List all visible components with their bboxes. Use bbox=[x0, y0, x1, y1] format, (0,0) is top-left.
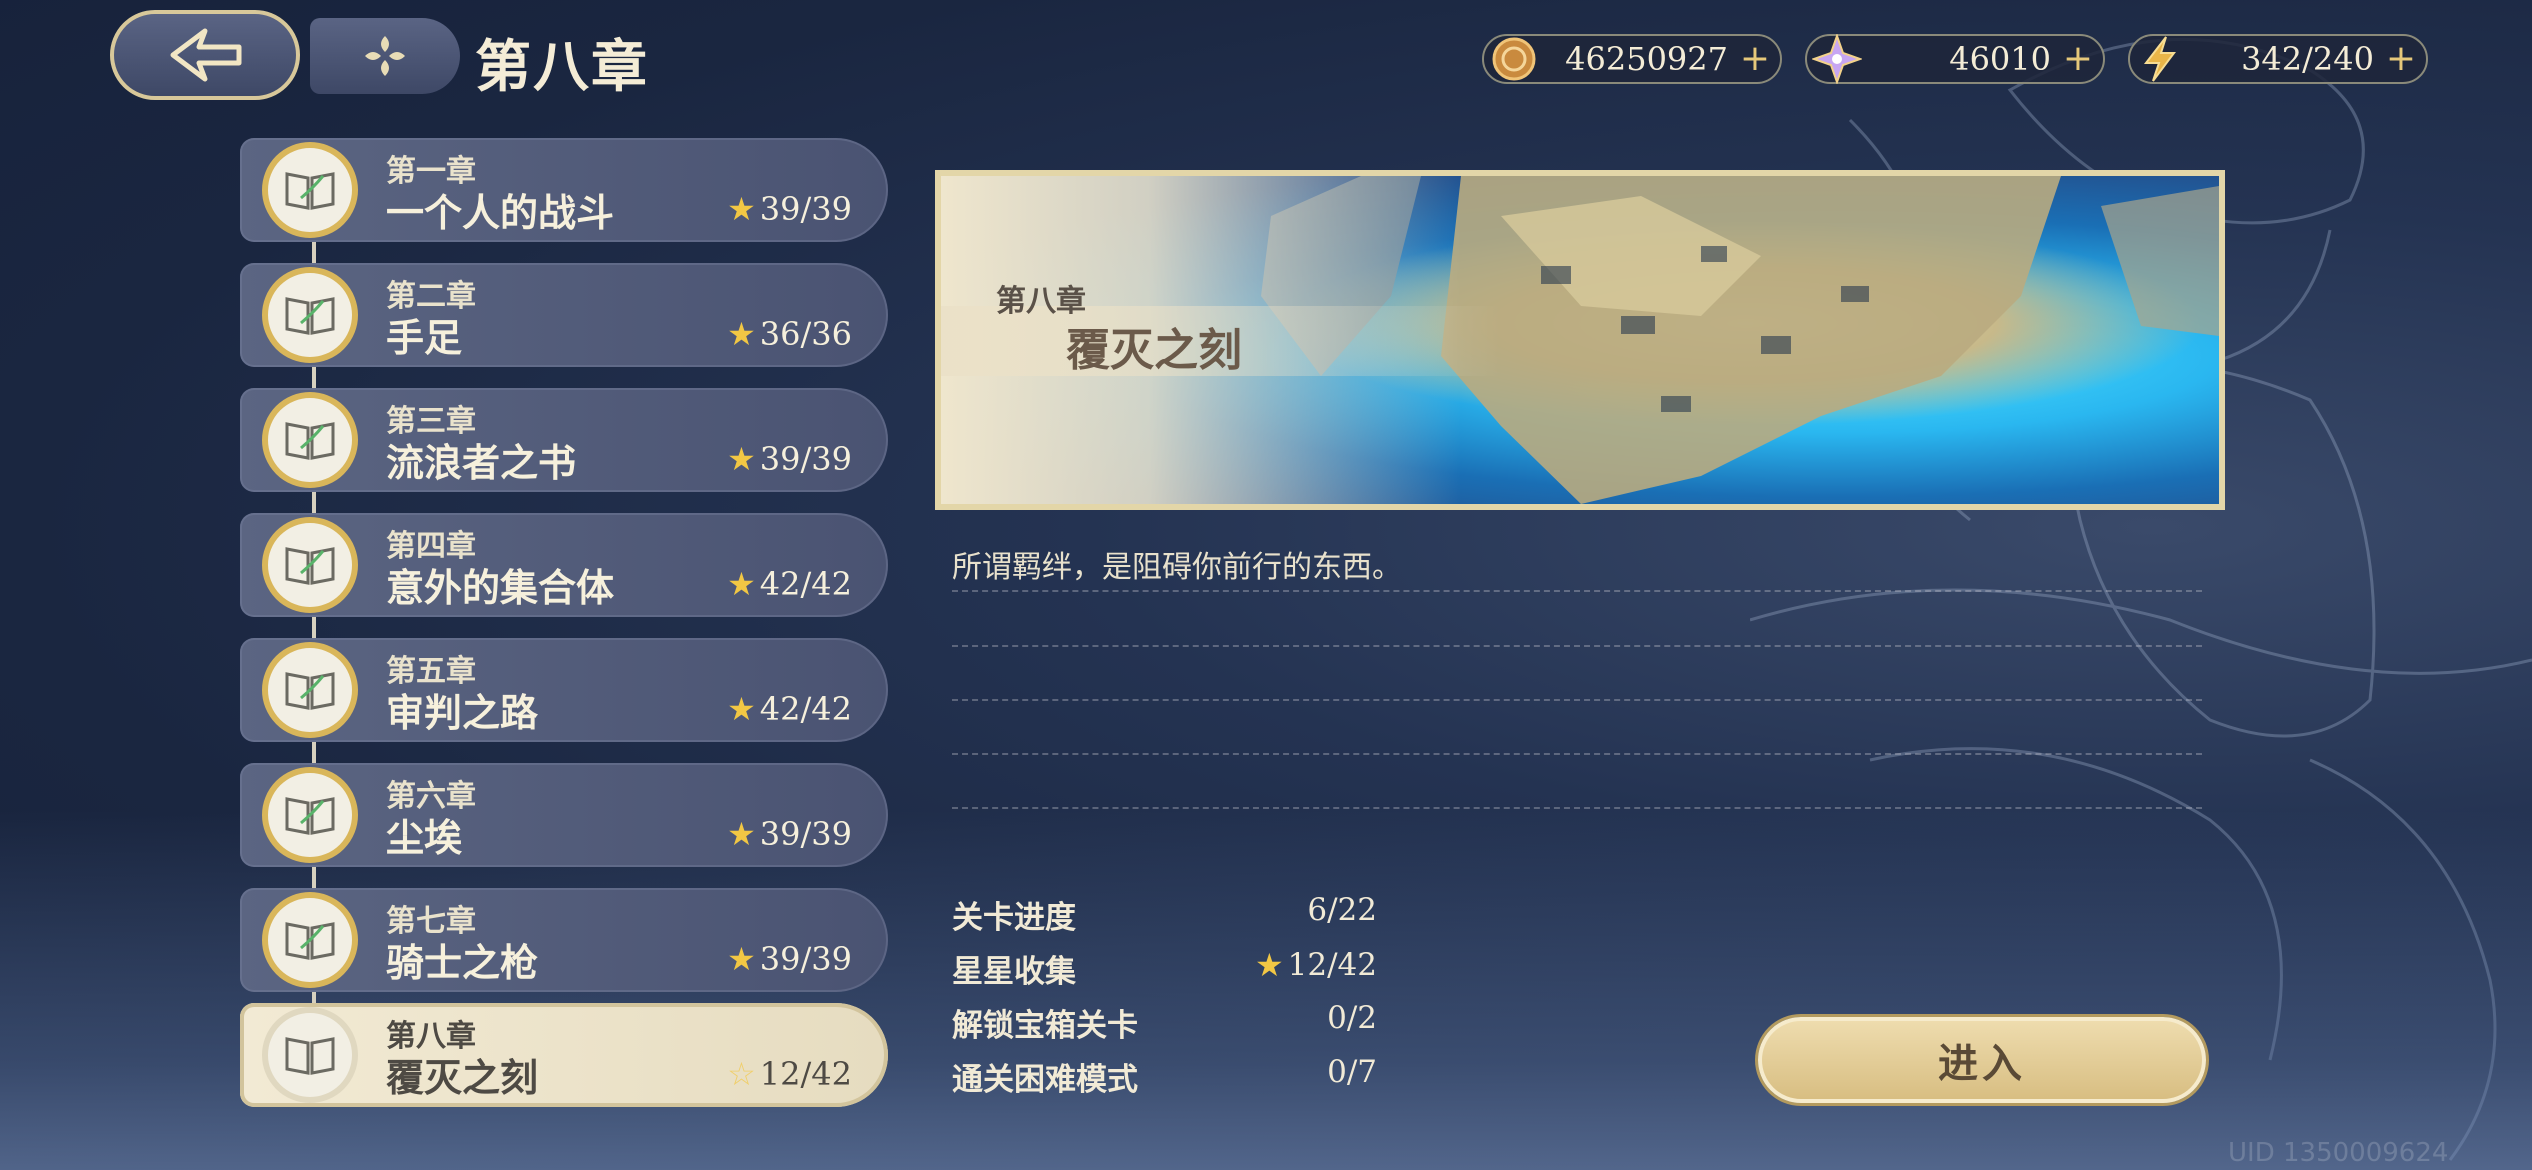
star-icon: ★ bbox=[727, 690, 756, 728]
book-icon bbox=[262, 642, 358, 738]
star-icon: ★ bbox=[727, 565, 756, 603]
chapter-item[interactable]: 第六章 尘埃 ★ 39/39 bbox=[240, 763, 888, 867]
chapter-item[interactable]: 第七章 骑士之枪 ★ 39/39 bbox=[240, 888, 888, 992]
chapter-stars: ☆ 12/42 bbox=[727, 1055, 852, 1093]
book-icon bbox=[262, 142, 358, 238]
coin-value: 46250927 bbox=[1565, 40, 1728, 78]
grid-menu-icon bbox=[365, 36, 405, 76]
stage-progress-row: 关卡进度 6/22 bbox=[952, 892, 1377, 946]
divider bbox=[952, 645, 2202, 647]
stamina-bolt-icon bbox=[2134, 33, 2186, 85]
stat-value: 6/22 bbox=[1307, 892, 1377, 928]
star-icon: ★ bbox=[1254, 946, 1284, 984]
chapter-name: 一个人的战斗 bbox=[386, 190, 615, 235]
stamina-value: 342/240 bbox=[2241, 40, 2374, 78]
book-icon bbox=[262, 517, 358, 613]
chapter-item[interactable]: 第一章 一个人的战斗 ★ 39/39 bbox=[240, 138, 888, 242]
divider bbox=[952, 807, 2202, 809]
chapter-description: 所谓羁绊，是阻碍你前行的东西。 bbox=[952, 550, 1402, 585]
chapter-stars: ★ 42/42 bbox=[727, 690, 852, 728]
crystal-value: 46010 bbox=[1949, 40, 2051, 78]
chapter-name: 尘埃 bbox=[386, 815, 463, 860]
book-icon bbox=[262, 1007, 358, 1103]
stat-value: 0/2 bbox=[1327, 1000, 1377, 1036]
chapter-stars: ★ 42/42 bbox=[727, 565, 852, 603]
book-icon bbox=[262, 892, 358, 988]
chapter-item[interactable]: 第四章 意外的集合体 ★ 42/42 bbox=[240, 513, 888, 617]
back-arrow-icon bbox=[170, 28, 242, 82]
coin-icon bbox=[1488, 33, 1540, 85]
divider bbox=[952, 699, 2202, 701]
stat-value: ★ 12/42 bbox=[1254, 946, 1377, 984]
chapter-item[interactable]: 第二章 手足 ★ 36/36 bbox=[240, 263, 888, 367]
stat-label: 通关困难模式 bbox=[952, 1062, 1138, 1098]
chapter-stars: ★ 39/39 bbox=[727, 190, 852, 228]
chapter-name: 意外的集合体 bbox=[386, 565, 615, 610]
add-coin-button[interactable]: + bbox=[1738, 41, 1772, 77]
uid-label: UID 1350009624 bbox=[2228, 1138, 2449, 1168]
chapter-name: 审判之路 bbox=[386, 690, 539, 735]
chapter-name: 骑士之枪 bbox=[386, 940, 539, 985]
stat-label: 关卡进度 bbox=[952, 900, 1076, 936]
chapter-item[interactable]: 第三章 流浪者之书 ★ 39/39 bbox=[240, 388, 888, 492]
chapter-menu-button[interactable] bbox=[310, 18, 460, 94]
star-icon: ★ bbox=[727, 940, 756, 978]
chapter-stars: ★ 39/39 bbox=[727, 815, 852, 853]
stat-value: 0/7 bbox=[1327, 1054, 1377, 1090]
star-icon: ★ bbox=[727, 190, 756, 228]
chapter-stars: ★ 39/39 bbox=[727, 940, 852, 978]
chapter-name: 流浪者之书 bbox=[386, 440, 577, 485]
star-icon: ★ bbox=[727, 315, 756, 353]
book-icon bbox=[262, 392, 358, 488]
chapter-item[interactable]: 第五章 审判之路 ★ 42/42 bbox=[240, 638, 888, 742]
hard-mode-row: 通关困难模式 0/7 bbox=[952, 1054, 1377, 1108]
page-title: 第八章 bbox=[475, 34, 649, 100]
chapter-stars: ★ 36/36 bbox=[727, 315, 852, 353]
star-collection-row: 星星收集 ★ 12/42 bbox=[952, 946, 1377, 1000]
add-stamina-button[interactable]: + bbox=[2384, 41, 2418, 77]
chest-stage-row: 解锁宝箱关卡 0/2 bbox=[952, 1000, 1377, 1054]
crystal-icon bbox=[1811, 33, 1863, 85]
star-outline-icon: ☆ bbox=[727, 1055, 756, 1093]
coin-resource: 46250927 + bbox=[1482, 34, 1782, 84]
chapter-name: 手足 bbox=[386, 315, 463, 360]
add-crystal-button[interactable]: + bbox=[2061, 41, 2095, 77]
book-icon bbox=[262, 267, 358, 363]
chapter-stars: ★ 39/39 bbox=[727, 440, 852, 478]
chapter-item-selected[interactable]: 第八章 覆灭之刻 ☆ 12/42 bbox=[240, 1003, 888, 1107]
divider bbox=[952, 753, 2202, 755]
stamina-resource: 342/240 + bbox=[2128, 34, 2428, 84]
back-button[interactable] bbox=[110, 10, 300, 100]
enter-button[interactable]: 进入 bbox=[1758, 1017, 2206, 1103]
chapter-stats: 关卡进度 6/22 星星收集 ★ 12/42 解锁宝箱关卡 0/2 通关困难模式 … bbox=[952, 892, 1377, 1108]
star-icon: ★ bbox=[727, 440, 756, 478]
crystal-resource: 46010 + bbox=[1805, 34, 2105, 84]
chapter-name: 覆灭之刻 bbox=[386, 1055, 539, 1100]
star-icon: ★ bbox=[727, 815, 756, 853]
stat-label: 星星收集 bbox=[952, 954, 1076, 990]
divider bbox=[952, 590, 2202, 592]
chapter-banner-image: 第八章 覆灭之刻 bbox=[935, 170, 2225, 510]
book-icon bbox=[262, 767, 358, 863]
stat-label: 解锁宝箱关卡 bbox=[952, 1008, 1138, 1044]
banner-chapter-name: 覆灭之刻 bbox=[1066, 325, 1242, 376]
